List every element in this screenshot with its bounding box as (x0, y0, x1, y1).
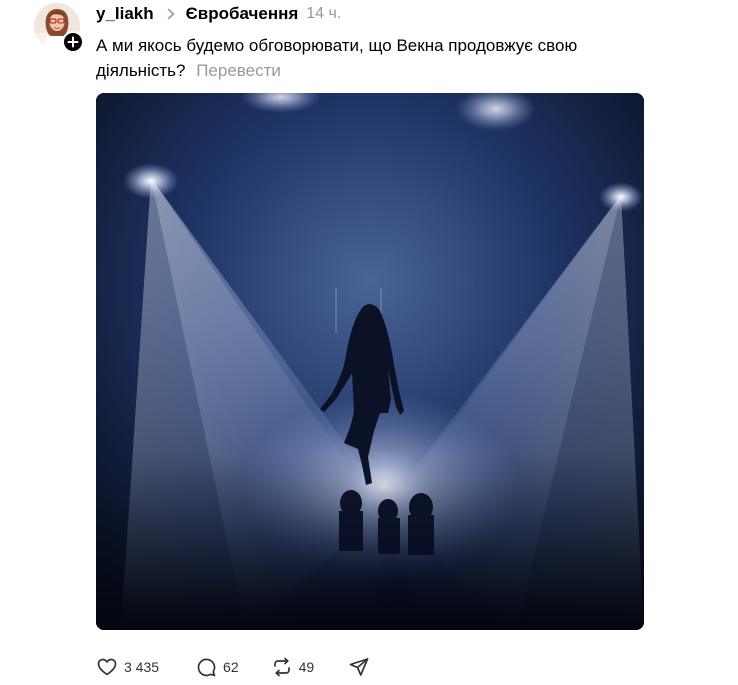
share-button[interactable] (348, 656, 370, 678)
comment-icon (197, 658, 216, 677)
follow-button[interactable] (62, 31, 84, 53)
share-icon (349, 658, 369, 676)
post-header: y_liakh Євробачення 14 ч. (96, 3, 341, 25)
plus-icon (67, 36, 79, 48)
post-text: А ми якось будемо обговорювати, що Векна… (96, 36, 578, 80)
post-actions: 3 435 62 49 (96, 655, 370, 679)
like-count: 3 435 (124, 659, 160, 675)
like-button[interactable]: 3 435 (96, 656, 159, 678)
comment-count: 62 (223, 659, 239, 675)
translate-link[interactable]: Перевести (196, 61, 281, 80)
chevron-right-icon (167, 8, 174, 20)
repost-button[interactable]: 49 (271, 656, 315, 678)
repost-count: 49 (298, 659, 315, 675)
post-body: А ми якось будемо обговорювати, що Векна… (96, 33, 656, 83)
author-username[interactable]: y_liakh (96, 4, 154, 24)
post-image[interactable] (96, 93, 644, 630)
comment-button[interactable]: 62 (195, 656, 239, 678)
heart-icon (97, 658, 117, 676)
concert-stage-image (96, 93, 644, 630)
avatar-container (34, 3, 84, 53)
repost-icon (273, 657, 290, 677)
topic-link[interactable]: Євробачення (186, 4, 299, 24)
post-timestamp[interactable]: 14 ч. (306, 5, 341, 23)
